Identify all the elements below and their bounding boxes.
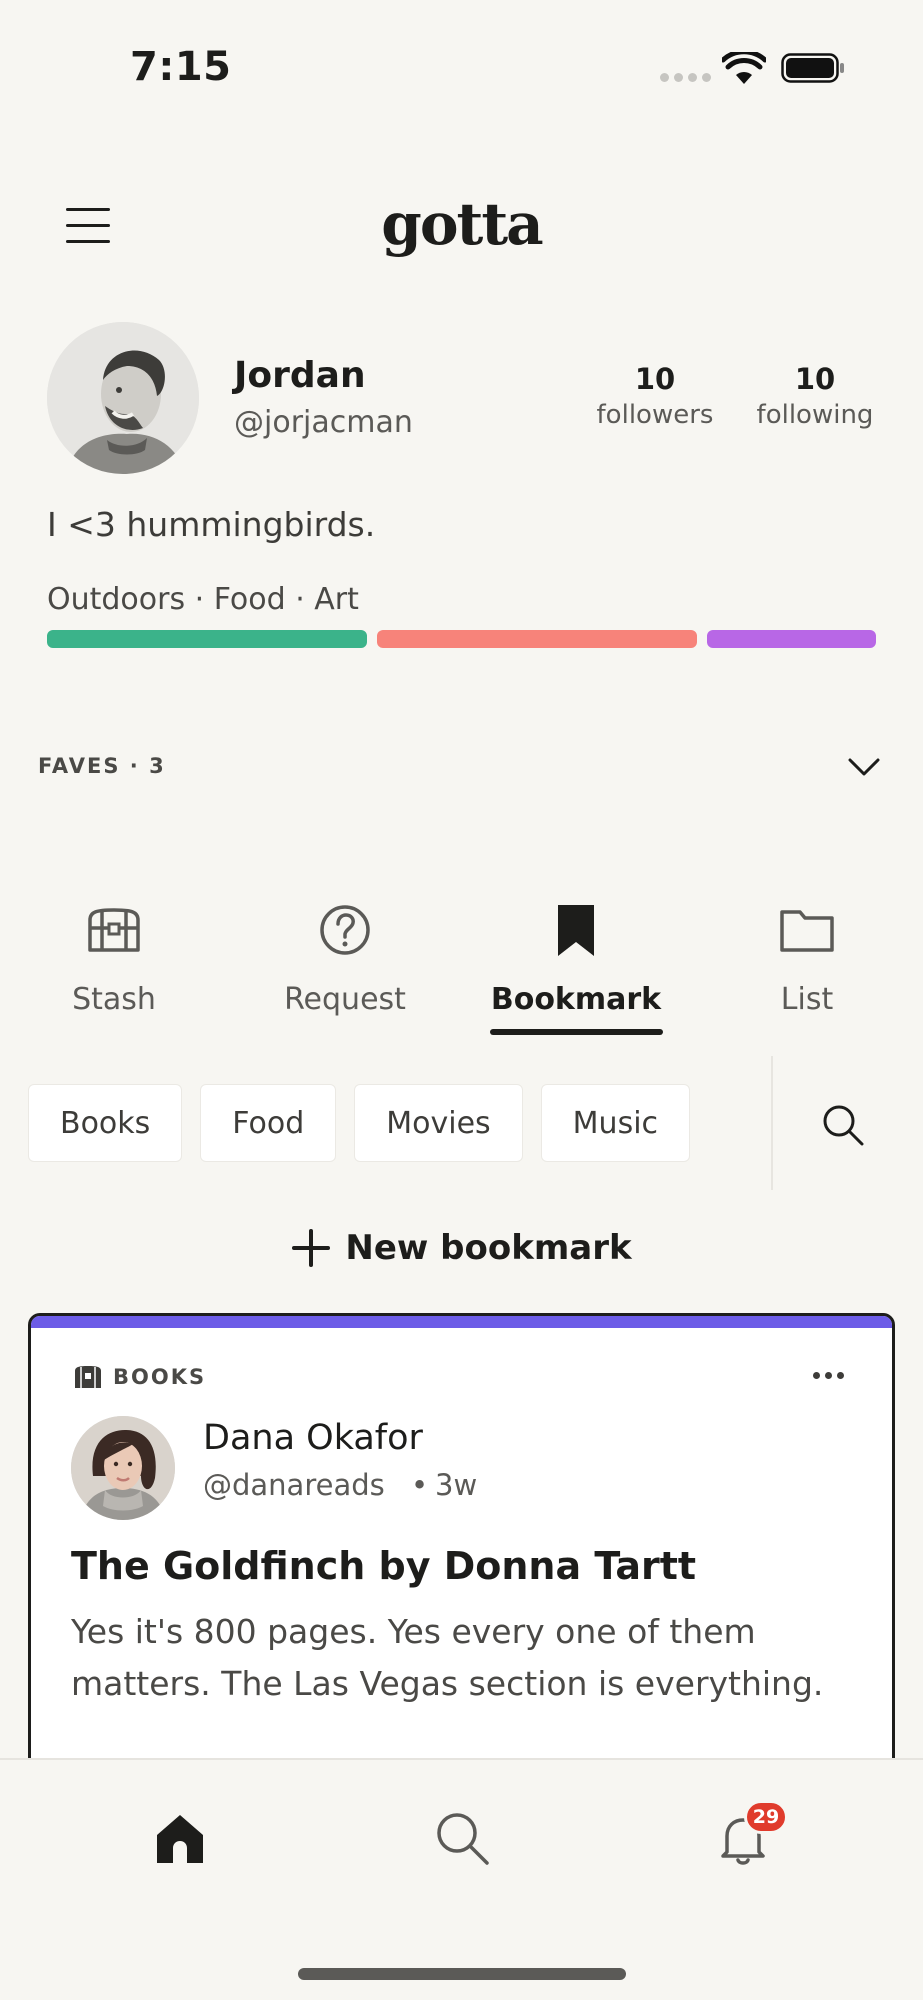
- signal-dots-icon: [660, 73, 711, 82]
- new-bookmark-label: New bookmark: [345, 1228, 632, 1268]
- card-author-handle: @danareads: [203, 1468, 385, 1502]
- tab-list[interactable]: List: [707, 900, 907, 1017]
- bottom-nav: 29: [0, 1758, 923, 2000]
- wifi-icon: [722, 52, 766, 84]
- content-tabs: Stash Request Bookmark List: [0, 900, 923, 1040]
- card-body: Yes it's 800 pages. Yes every one of the…: [71, 1612, 824, 1703]
- card-title: The Goldfinch by Donna Tartt: [71, 1544, 697, 1588]
- bookmark-card[interactable]: BOOKS Dana Okafor @danareads • 3w The Go…: [28, 1313, 895, 1813]
- books-icon: [75, 1366, 101, 1388]
- card-separator: •: [411, 1468, 429, 1502]
- active-tab-indicator: [490, 1029, 663, 1035]
- treasure-chest-icon: [88, 908, 140, 952]
- plus-icon: [292, 1229, 331, 1267]
- chips-divider: [771, 1056, 773, 1190]
- battery-icon: [781, 53, 844, 83]
- followers-stat[interactable]: 10 followers: [590, 362, 720, 430]
- chevron-down-icon[interactable]: [846, 752, 882, 780]
- followers-label: followers: [596, 400, 714, 430]
- filter-chips: Books Food Movies Music: [28, 1084, 691, 1162]
- tab-stash[interactable]: Stash: [14, 900, 214, 1017]
- home-icon[interactable]: [150, 1808, 210, 1868]
- bookmark-icon: [558, 905, 594, 956]
- author-portrait-image: [71, 1416, 175, 1520]
- chip-food[interactable]: Food: [200, 1084, 337, 1162]
- search-icon[interactable]: [820, 1102, 866, 1148]
- avatar[interactable]: [47, 322, 199, 474]
- chip-movies[interactable]: Movies: [354, 1084, 523, 1162]
- profile-name: Jordan: [234, 355, 366, 396]
- card-timestamp: 3w: [435, 1468, 478, 1502]
- app-logo: gotta: [381, 190, 543, 258]
- followers-count: 10: [634, 362, 676, 396]
- home-indicator[interactable]: [298, 1968, 626, 1980]
- profile-handle: @jorjacman: [234, 405, 413, 440]
- more-dots-icon[interactable]: [813, 1372, 844, 1379]
- folder-icon: [780, 910, 834, 952]
- nav-search-icon[interactable]: [432, 1808, 492, 1868]
- following-stat[interactable]: 10 following: [750, 362, 880, 430]
- tab-request-label: Request: [284, 982, 406, 1017]
- status-bar: 7:15: [0, 0, 923, 130]
- interests-text: Outdoors · Food · Art: [47, 582, 359, 617]
- interest-bars: [47, 630, 876, 648]
- profile-bio: I <3 hummingbirds.: [47, 505, 376, 544]
- chip-books[interactable]: Books: [28, 1084, 183, 1162]
- profile-portrait-image: [47, 322, 199, 474]
- status-time: 7:15: [130, 44, 232, 90]
- following-label: following: [756, 400, 874, 430]
- card-author-name[interactable]: Dana Okafor: [203, 1418, 423, 1458]
- tab-list-label: List: [780, 982, 834, 1017]
- interest-bar-food: [376, 630, 697, 648]
- interest-bar-art: [706, 630, 876, 648]
- notification-badge: 29: [744, 1800, 788, 1834]
- tab-request[interactable]: Request: [245, 900, 445, 1017]
- card-category: BOOKS: [73, 1364, 206, 1390]
- tab-bookmark-label: Bookmark: [490, 982, 662, 1017]
- card-accent-bar: [31, 1316, 892, 1328]
- chip-music[interactable]: Music: [540, 1084, 691, 1162]
- tab-stash-label: Stash: [72, 982, 156, 1017]
- card-category-label: BOOKS: [113, 1365, 207, 1389]
- following-count: 10: [794, 362, 836, 396]
- tab-bookmark[interactable]: Bookmark: [476, 900, 676, 1017]
- faves-label[interactable]: FAVES · 3: [38, 754, 166, 778]
- author-avatar[interactable]: [71, 1416, 175, 1520]
- interest-bar-outdoors: [47, 630, 367, 648]
- question-circle-icon: [320, 905, 370, 955]
- new-bookmark-button[interactable]: New bookmark: [0, 1228, 923, 1268]
